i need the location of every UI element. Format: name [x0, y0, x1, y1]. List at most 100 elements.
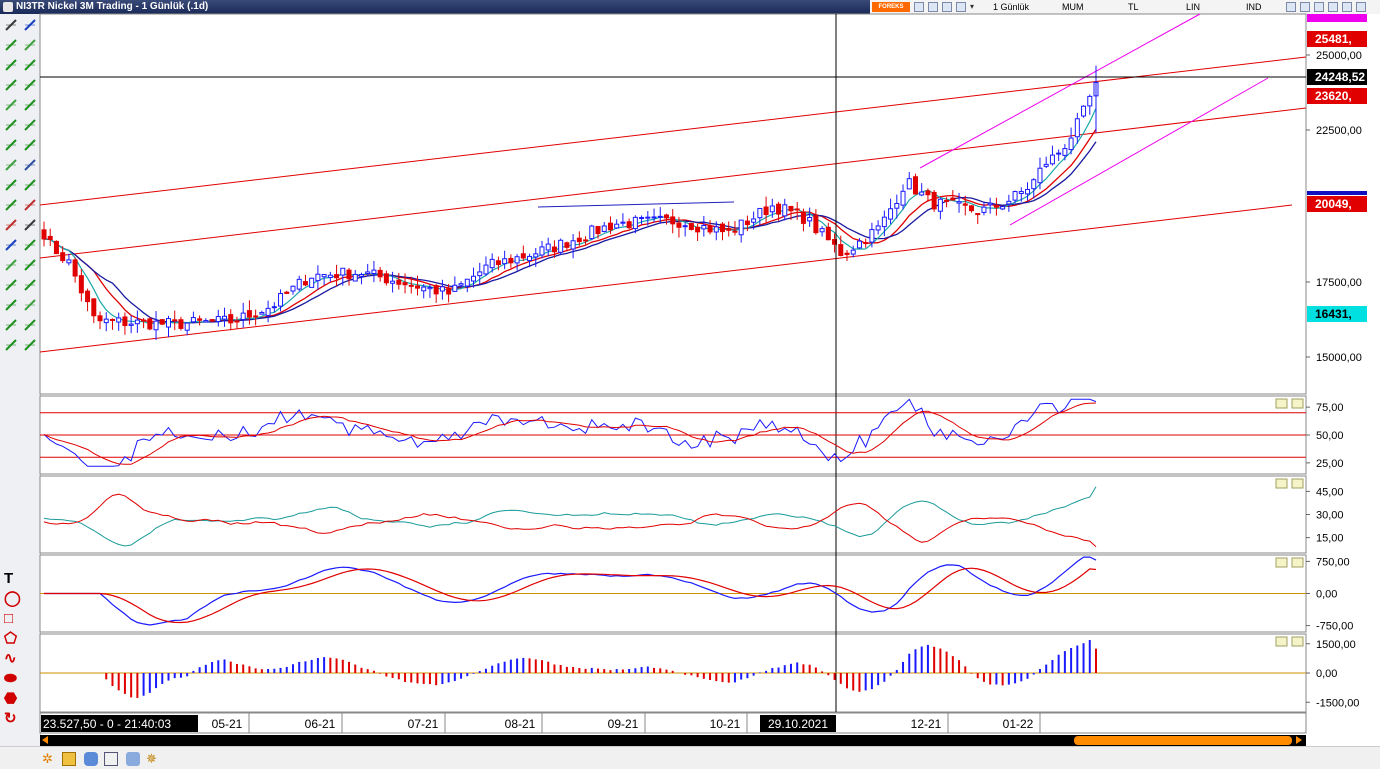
crosshair-date: 29.10.2021	[768, 717, 828, 731]
candle-body	[738, 219, 744, 236]
candle-body	[464, 278, 470, 287]
candle-body	[103, 318, 109, 324]
spark-icon[interactable]: ✵	[146, 752, 160, 766]
candle-body	[527, 255, 533, 262]
candle-body	[838, 244, 844, 256]
candle-body	[776, 203, 782, 215]
candle-body	[620, 221, 626, 224]
candle-body	[396, 279, 402, 285]
candle-body	[539, 246, 545, 256]
candle-body	[271, 306, 277, 309]
candle-body	[937, 198, 943, 212]
x-axis-label: 07-21	[408, 717, 439, 731]
candle-body	[551, 246, 557, 253]
candle-body	[894, 202, 900, 209]
candle-body	[172, 319, 178, 322]
candle-body	[906, 178, 912, 190]
y-tick-label: 0,00	[1316, 668, 1337, 680]
y-tick-label: 15,00	[1316, 533, 1344, 545]
candle-body	[371, 269, 377, 274]
candle-body	[651, 216, 657, 219]
candle-body	[502, 258, 508, 265]
candle-body	[66, 259, 72, 264]
candle-body	[296, 278, 302, 290]
candle-body	[626, 221, 632, 229]
candle-body	[726, 228, 732, 231]
candle	[589, 224, 595, 241]
candle	[1081, 105, 1087, 118]
candle-body	[414, 285, 420, 289]
candle-body	[514, 256, 520, 264]
candle-body	[794, 208, 800, 211]
candle-body	[969, 205, 975, 212]
candle-body	[807, 217, 813, 222]
candle-body	[134, 319, 140, 325]
candle-body	[41, 229, 47, 240]
candle-body	[402, 282, 408, 286]
candle-body	[178, 319, 184, 329]
search-icon[interactable]	[104, 752, 118, 766]
candle-body	[433, 285, 439, 295]
price-tag-label: 20049,	[1315, 197, 1352, 211]
candle-body	[614, 223, 620, 229]
candle-body	[1081, 105, 1087, 117]
candle-body	[564, 242, 570, 248]
star-icon[interactable]: ✲	[42, 752, 56, 766]
candle-body	[489, 258, 495, 269]
candle-body	[141, 319, 147, 322]
y-tick-label: -750,00	[1316, 621, 1353, 633]
scrollbar-thumb	[1074, 736, 1292, 745]
candle-body	[670, 216, 676, 225]
candle-body	[713, 226, 719, 233]
chart-canvas[interactable]: 25000,00 22500,00 17500,00 15000,00 25481, 24…	[0, 0, 1380, 768]
candle-body	[265, 307, 271, 316]
candle-body	[950, 197, 956, 201]
y-tick-label: 15000,00	[1316, 352, 1362, 364]
y-tick-label: 25000,00	[1316, 50, 1362, 62]
candle-body	[477, 271, 483, 277]
y-tick-label: 1500,00	[1316, 639, 1356, 651]
candle-body	[558, 239, 564, 253]
candle-body	[321, 273, 327, 278]
candle-body	[1018, 191, 1024, 195]
candle-body	[1037, 167, 1043, 184]
candle-body	[695, 226, 701, 233]
candle-body	[682, 225, 688, 228]
database-icon[interactable]	[84, 752, 98, 766]
status-info: 23.527,50 - 0 - 21:40:03	[43, 717, 171, 731]
candle-body	[153, 320, 159, 331]
cylinder-icon[interactable]	[126, 752, 140, 766]
candle-body	[583, 239, 589, 242]
candle-body	[975, 213, 981, 216]
candle-body	[302, 281, 308, 286]
candle-body	[47, 235, 53, 241]
candle-body	[346, 269, 352, 280]
candle-body	[881, 216, 887, 228]
candle-body	[427, 287, 433, 290]
y-tick-label: -1500,00	[1316, 697, 1359, 709]
dmi-panel	[39, 475, 1307, 554]
candle-body	[676, 222, 682, 228]
candle-body	[327, 274, 333, 278]
candle-body	[545, 243, 551, 251]
candle-body	[688, 222, 694, 230]
candle-body	[751, 218, 757, 223]
candle-body	[850, 249, 856, 255]
candle-body	[471, 275, 477, 282]
candle-body	[869, 229, 875, 243]
x-axis-label: 09-21	[608, 717, 639, 731]
candle-body	[863, 242, 869, 245]
candle-body	[259, 312, 265, 315]
candle-body	[987, 202, 993, 206]
panel-settings-button	[1275, 557, 1288, 568]
candle-body	[912, 176, 918, 195]
y-tick-label: 750,00	[1316, 556, 1350, 568]
candle-body	[190, 317, 196, 323]
x-axis-label: 01-22	[1003, 717, 1034, 731]
candle-body	[825, 226, 831, 241]
candle-body	[240, 312, 246, 320]
folder-icon[interactable]	[62, 752, 76, 766]
candle-body	[495, 260, 501, 266]
bottom-toolbar: ✲ ✵	[0, 746, 1380, 769]
candle-body	[944, 199, 950, 202]
